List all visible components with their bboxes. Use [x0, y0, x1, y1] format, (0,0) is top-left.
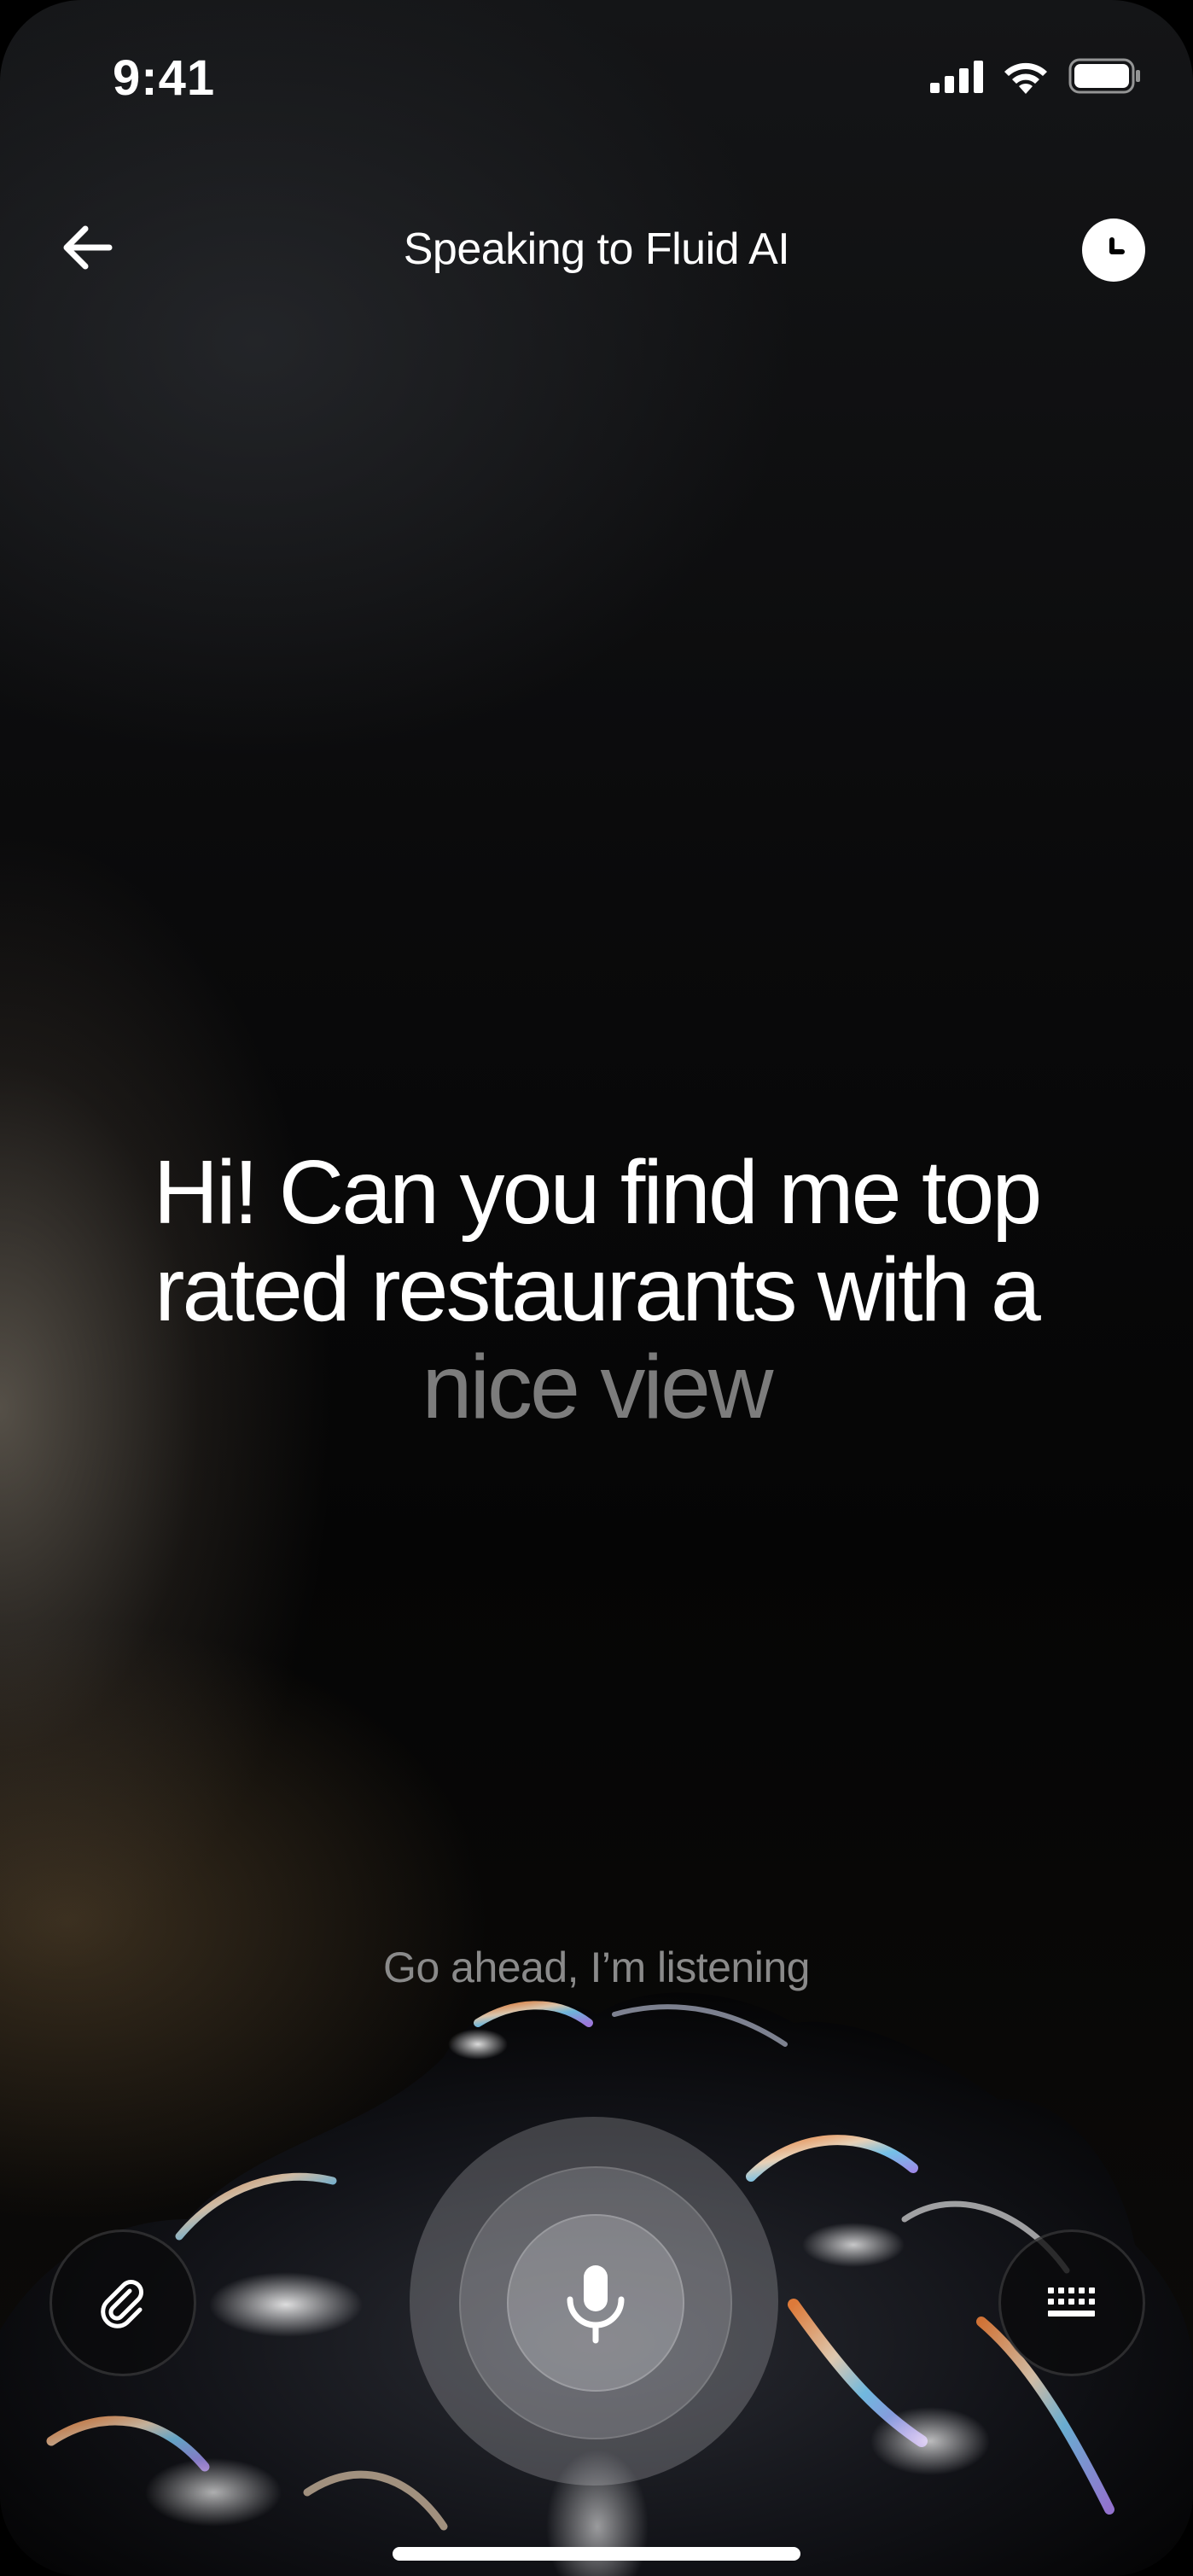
keyboard-button[interactable]: [998, 2229, 1145, 2376]
clock-icon: [1109, 237, 1125, 254]
page-title: Speaking to Fluid AI: [403, 224, 790, 274]
microphone-icon: [567, 2265, 625, 2344]
microphone-button[interactable]: [507, 2214, 684, 2392]
battery-icon: [1068, 58, 1140, 94]
wifi-icon: [1004, 62, 1047, 94]
history-button[interactable]: [1082, 219, 1145, 282]
speech-transcript: Hi! Can you find me top rated restaurant…: [51, 1144, 1142, 1436]
transcript-line: Hi! Can you find me top: [153, 1142, 1043, 1243]
status-icons: [930, 58, 1142, 94]
cellular-signal-icon: [930, 61, 983, 93]
voice-assistant-screen: 9:41 Speaking to Fluid AI Hi! Can you fi…: [0, 0, 1193, 2576]
home-indicator[interactable]: [393, 2547, 800, 2561]
paperclip-icon: [101, 2280, 143, 2328]
transcript-pending-text: nice view: [422, 1337, 774, 1437]
status-time: 9:41: [113, 50, 216, 106]
keyboard-icon: [1048, 2288, 1095, 2317]
attach-button[interactable]: [49, 2229, 196, 2376]
transcript-line: rated restaurants with a: [154, 1239, 1041, 1340]
